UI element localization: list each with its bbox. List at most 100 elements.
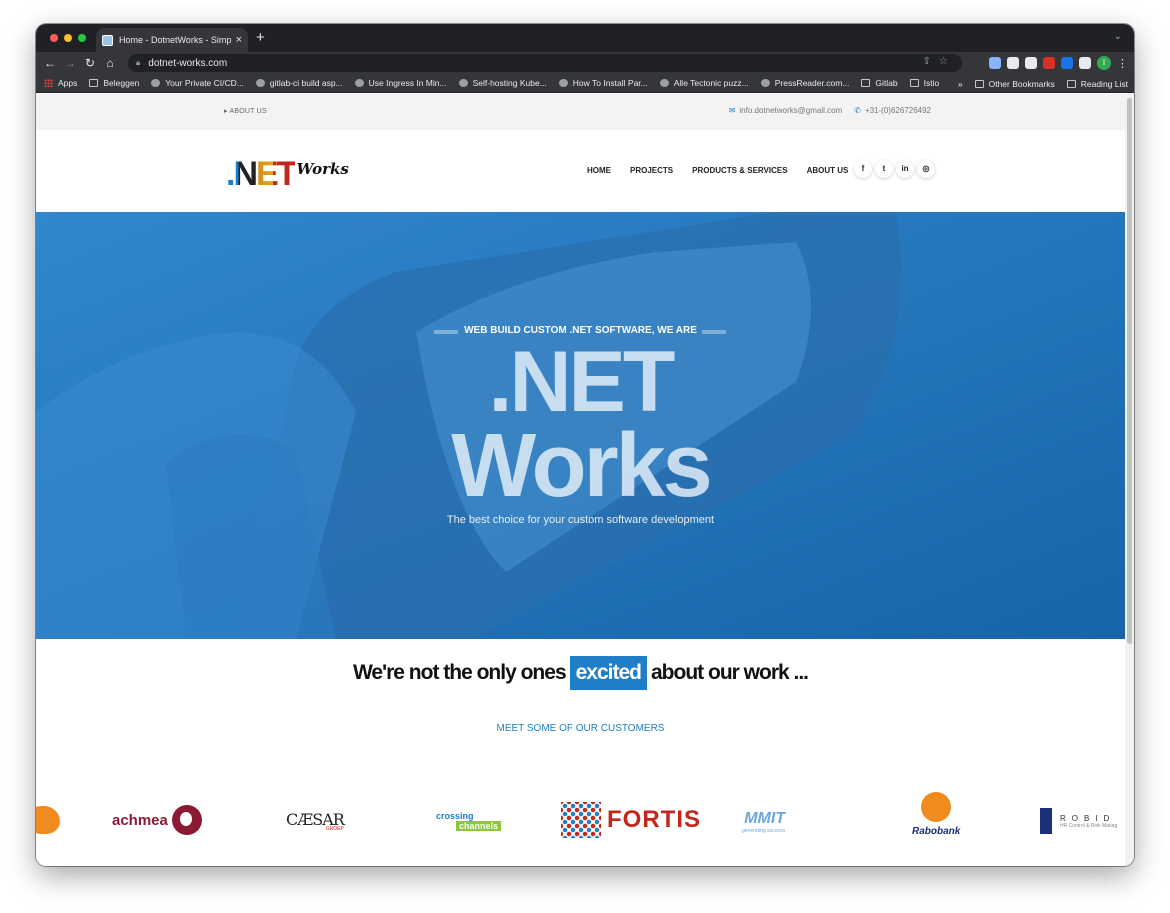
bookmark-other[interactable]: Other Bookmarks (974, 79, 1055, 89)
top-about-label: ABOUT US (229, 108, 267, 115)
url-text: dotnet-works.com (148, 57, 228, 69)
address-bar[interactable]: 🔒︎ dotnet-works.com ⇪☆ (128, 54, 962, 72)
site-logo[interactable]: .NET Works (226, 152, 349, 192)
whatsapp-icon: ✆ (854, 106, 861, 115)
rabobank-logo: Rabobank (912, 792, 960, 837)
tab-close-icon[interactable]: × (236, 34, 242, 46)
nav-products-services[interactable]: PRODUCTS & SERVICES (692, 166, 787, 175)
reload-icon[interactable]: ↻ (80, 56, 100, 70)
fortis-mark-icon (561, 802, 601, 838)
mmit-sub-text: generating success (742, 828, 786, 834)
robid-mark-icon (1040, 808, 1052, 834)
crossing-text: crossing (436, 811, 474, 821)
reading-list[interactable]: Reading List (1066, 78, 1128, 89)
achmea-text: achmea (112, 811, 168, 829)
bookmark-self-hosting[interactable]: Self-hosting Kube... (458, 78, 547, 88)
nav-about-us[interactable]: ABOUT US (807, 166, 849, 175)
caesar-logo: CÆSAR GROEP (286, 810, 345, 832)
bookmark-ci-cd[interactable]: Your Private CI/CD... (151, 78, 244, 88)
bookmark-beleggen[interactable]: Beleggen (89, 78, 139, 88)
tab-search-chevron-icon[interactable]: ⌄ (1114, 31, 1122, 42)
bookmark-apps[interactable]: Apps (44, 78, 77, 88)
browser-menu-icon[interactable]: ⋮ (1117, 57, 1128, 70)
bookmark-gitlab-ci[interactable]: gitlab-ci build asp... (255, 78, 343, 88)
extensions-puzzle-icon[interactable] (1079, 57, 1091, 69)
heading-before: We're not the only ones (352, 661, 567, 684)
extension-zip-icon[interactable] (1061, 57, 1073, 69)
tab-title: Home - DotnetWorks - Simple (119, 35, 232, 45)
customers-heading: We're not the only ones excited about ou… (36, 656, 1125, 690)
bookmark-label: Reading List (1080, 78, 1128, 89)
top-about-link[interactable]: ▸ ABOUT US (224, 107, 267, 115)
bookmark-pressreader[interactable]: PressReader.com... (760, 78, 849, 88)
maximize-window-button[interactable] (78, 34, 86, 42)
nav-home[interactable]: HOME (587, 166, 611, 175)
caesar-sub-text: GROEP (325, 826, 344, 832)
web-page: ▸ ABOUT US ✉ info.dotnetworks@gmail.com ✆… (36, 94, 1125, 866)
bookmarks-overflow-icon[interactable]: » (958, 79, 963, 89)
folder-icon (861, 79, 871, 87)
active-tab[interactable]: Home - DotnetWorks - Simple × (96, 28, 248, 52)
extension-gear-icon[interactable] (1007, 57, 1019, 69)
mmit-text: MMIT (744, 810, 786, 827)
twitter-icon[interactable]: t (875, 160, 893, 178)
facebook-icon[interactable]: f (854, 160, 872, 178)
bookmark-label: Alle Tectonic puzz... (673, 78, 749, 88)
forward-arrow-icon[interactable]: → (60, 56, 80, 70)
hero-banner: WEB BUILD CUSTOM .NET SOFTWARE, WE ARE .… (36, 212, 1125, 639)
home-icon[interactable]: ⌂ (100, 56, 120, 70)
hero-subtitle: The best choice for your custom software… (446, 514, 715, 526)
page-scrollbar[interactable] (1125, 94, 1134, 866)
customers-subheading[interactable]: MEET SOME OF OUR CUSTOMERS (36, 723, 1125, 734)
channels-text: channels (456, 821, 502, 831)
nav-projects[interactable]: PROJECTS (630, 166, 673, 175)
tiger-logo (36, 806, 60, 834)
scrollbar-thumb[interactable] (1127, 98, 1132, 644)
logo-works-text: Works (296, 160, 349, 178)
tab-strip: Home - DotnetWorks - Simple × + ⌄ (36, 24, 1134, 52)
achmea-mark-icon (171, 805, 202, 835)
bookmark-label: Use Ingress In Min... (368, 78, 447, 88)
bookmark-install[interactable]: How To Install Par... (558, 78, 648, 88)
linkedin-icon[interactable]: in (896, 160, 914, 178)
rabobank-mark-icon (921, 792, 952, 822)
share-bookmark-star-icons[interactable]: ⇪☆ (923, 56, 956, 67)
codefresh-icon (151, 79, 161, 87)
medium-icon (354, 79, 364, 87)
bookmarks-bar: Apps Beleggen Your Private CI/CD... gitl… (36, 74, 1134, 93)
email-link[interactable]: ✉ info.dotnetworks@gmail.com (729, 106, 843, 115)
browser-window: Home - DotnetWorks - Simple × + ⌄ ← → ↻ … (36, 24, 1134, 866)
extensions-area: I ⋮ (989, 56, 1128, 70)
close-window-button[interactable] (50, 34, 58, 42)
tiger-logo-mark-icon (36, 806, 60, 834)
bookmark-gitlab[interactable]: Gitlab (861, 78, 898, 88)
robid-sub-text: HR Control & Risk Manag (1060, 822, 1118, 829)
phone-link[interactable]: ✆ +31-(0)626726492 (854, 106, 931, 115)
bookmark-label: Istio (923, 78, 940, 88)
extension-cloud-icon[interactable] (989, 57, 1001, 69)
top-info-bar: ▸ ABOUT US ✉ info.dotnetworks@gmail.com ✆… (36, 94, 1125, 130)
gitlab-icon (255, 79, 265, 87)
reading-list-icon (1066, 79, 1076, 88)
bookmark-label: Gitlab (875, 78, 898, 88)
kube-icon (458, 79, 468, 87)
bookmark-label: Beleggen (103, 78, 140, 88)
extension-circle-icon[interactable] (1025, 57, 1037, 69)
bookmark-ingress[interactable]: Use Ingress In Min... (354, 78, 447, 88)
bookmark-label: Apps (58, 78, 78, 88)
back-arrow-icon[interactable]: ← (40, 56, 60, 70)
profile-avatar[interactable]: I (1097, 56, 1111, 70)
extension-flag-icon[interactable] (1043, 57, 1055, 69)
bookmark-tectonic[interactable]: Alle Tectonic puzz... (659, 78, 749, 88)
pressreader-icon (760, 79, 770, 87)
envelope-icon: ✉ (728, 106, 736, 115)
mmit-logo: MMIT generating success (742, 810, 785, 834)
instagram-icon[interactable]: ◎ (917, 160, 935, 178)
new-tab-button[interactable]: + (256, 29, 265, 46)
bookmark-label: How To Install Par... (572, 78, 648, 88)
minimize-window-button[interactable] (64, 34, 72, 42)
digitalocean-icon (558, 79, 568, 87)
phone-text: +31-(0)626726492 (864, 106, 931, 115)
crossing-channels-logo: crossing channels (436, 811, 502, 831)
bookmark-istio[interactable]: Istio (909, 78, 940, 88)
